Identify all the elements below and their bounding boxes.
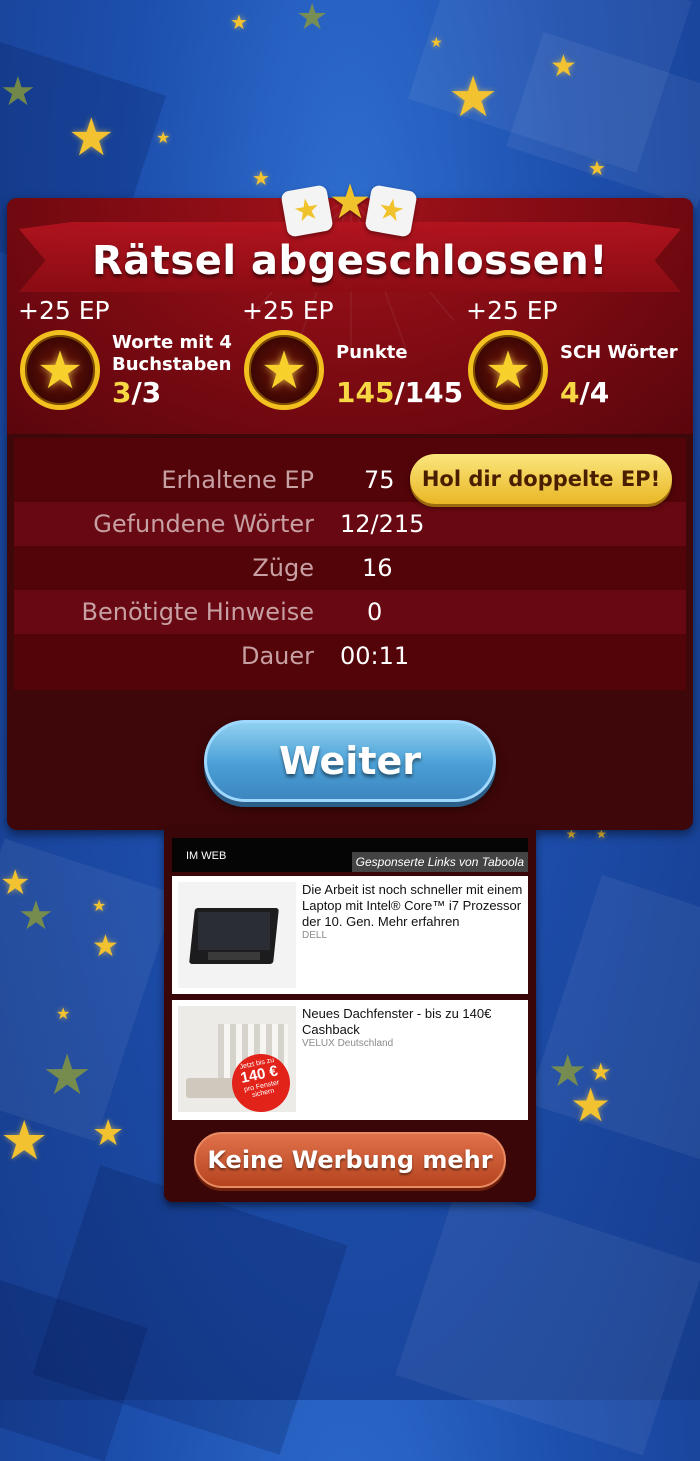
ad-item-laptop[interactable]: Die Arbeit ist noch schneller mit einem … [172,876,528,994]
star-icon: ★ [68,108,115,168]
stat-value: 0 [367,598,383,626]
goal-name: Punkte [336,342,408,363]
goal-ep-reward: +25 EP [18,296,110,325]
star-icon: ★ [430,35,443,51]
stat-row-hints: Benötigte Hinweise 0 [14,590,686,634]
goal-progress: 4/4 [560,376,610,409]
goal-words-4-letters: +25 EP ★ Worte mit 4 Buchstaben 3/3 [18,296,238,416]
goal-medal-icon: ★ [244,330,324,410]
goal-ep-reward: +25 EP [242,296,334,325]
goal-progress: 145/145 [336,376,464,409]
goal-name: SCH Wörter [560,342,678,363]
star-icon: ★ [156,128,171,147]
star-icon: ★ [0,69,36,115]
ad-text: Die Arbeit ist noch schneller mit einem … [302,882,523,929]
star-icon: ★ [296,0,329,38]
star-card-center: ★ [328,174,372,230]
ad-header: IM WEB Gesponserte Links von Taboola [172,838,528,872]
star-icon: ★ [42,1043,93,1108]
star-icon: ★ [92,1113,125,1154]
star-cards: ★ ★ ★ [280,174,418,238]
star-icon: ★ [56,1004,71,1023]
stat-label: Gefundene Wörter [93,510,314,538]
ad-text: Neues Dachfenster - bis zu 140€ Cashback [302,1006,492,1037]
stat-label: Dauer [240,642,314,670]
star-icon: ★ [550,49,577,84]
stat-row-words: Gefundene Wörter 12/215 [14,502,686,546]
star-icon: ★ [0,1109,49,1172]
star-icon: ★ [570,1078,612,1132]
stat-value: 75 [364,466,395,494]
continue-button[interactable]: Weiter [204,720,496,802]
goal-points: +25 EP ★ Punkte 145/145 [242,296,464,416]
stat-value: 12/215 [340,510,425,538]
star-icon: ★ [18,893,54,939]
laptop-image [178,882,296,988]
page-title: Rätsel abgeschlossen! [91,238,609,284]
star-icon: ★ [92,896,107,915]
star-icon: ★ [590,1058,612,1086]
stat-label: Erhaltene EP [161,466,314,494]
stat-value: 16 [362,554,393,582]
stat-label: Benötigte Hinweise [81,598,315,626]
star-icon: ★ [588,156,606,180]
goal-name: Worte mit 4 Buchstaben [112,332,232,375]
ad-source: VELUX Deutschland [302,1038,394,1049]
ad-header-label: IM WEB [186,850,227,862]
star-icon: ★ [448,65,499,130]
double-ep-button[interactable]: Hol dir doppelte EP! [410,454,672,504]
star-icon: ★ [230,10,248,34]
stat-label: Züge [252,554,314,582]
goal-sch-words: +25 EP ★ SCH Wörter 4/4 [466,296,686,416]
goal-medal-icon: ★ [468,330,548,410]
no-ads-button[interactable]: Keine Werbung mehr [194,1132,506,1188]
stat-value: 00:11 [340,642,410,670]
star-icon: ★ [252,166,270,190]
roof-window-image: Jetzt bis zu 140 € pro Fenster sichern [178,1006,296,1112]
goal-medal-icon: ★ [20,330,100,410]
ad-source: DELL [302,930,328,941]
star-icon: ★ [92,929,119,964]
ad-item-roof-window[interactable]: Jetzt bis zu 140 € pro Fenster sichern N… [172,1000,528,1120]
stat-row-duration: Dauer 00:11 [14,634,686,678]
sponsored-links-label[interactable]: Gesponserte Links von Taboola [351,852,528,872]
goal-progress: 3/3 [112,376,162,409]
goal-ep-reward: +25 EP [466,296,558,325]
stat-row-moves: Züge 16 [14,546,686,590]
